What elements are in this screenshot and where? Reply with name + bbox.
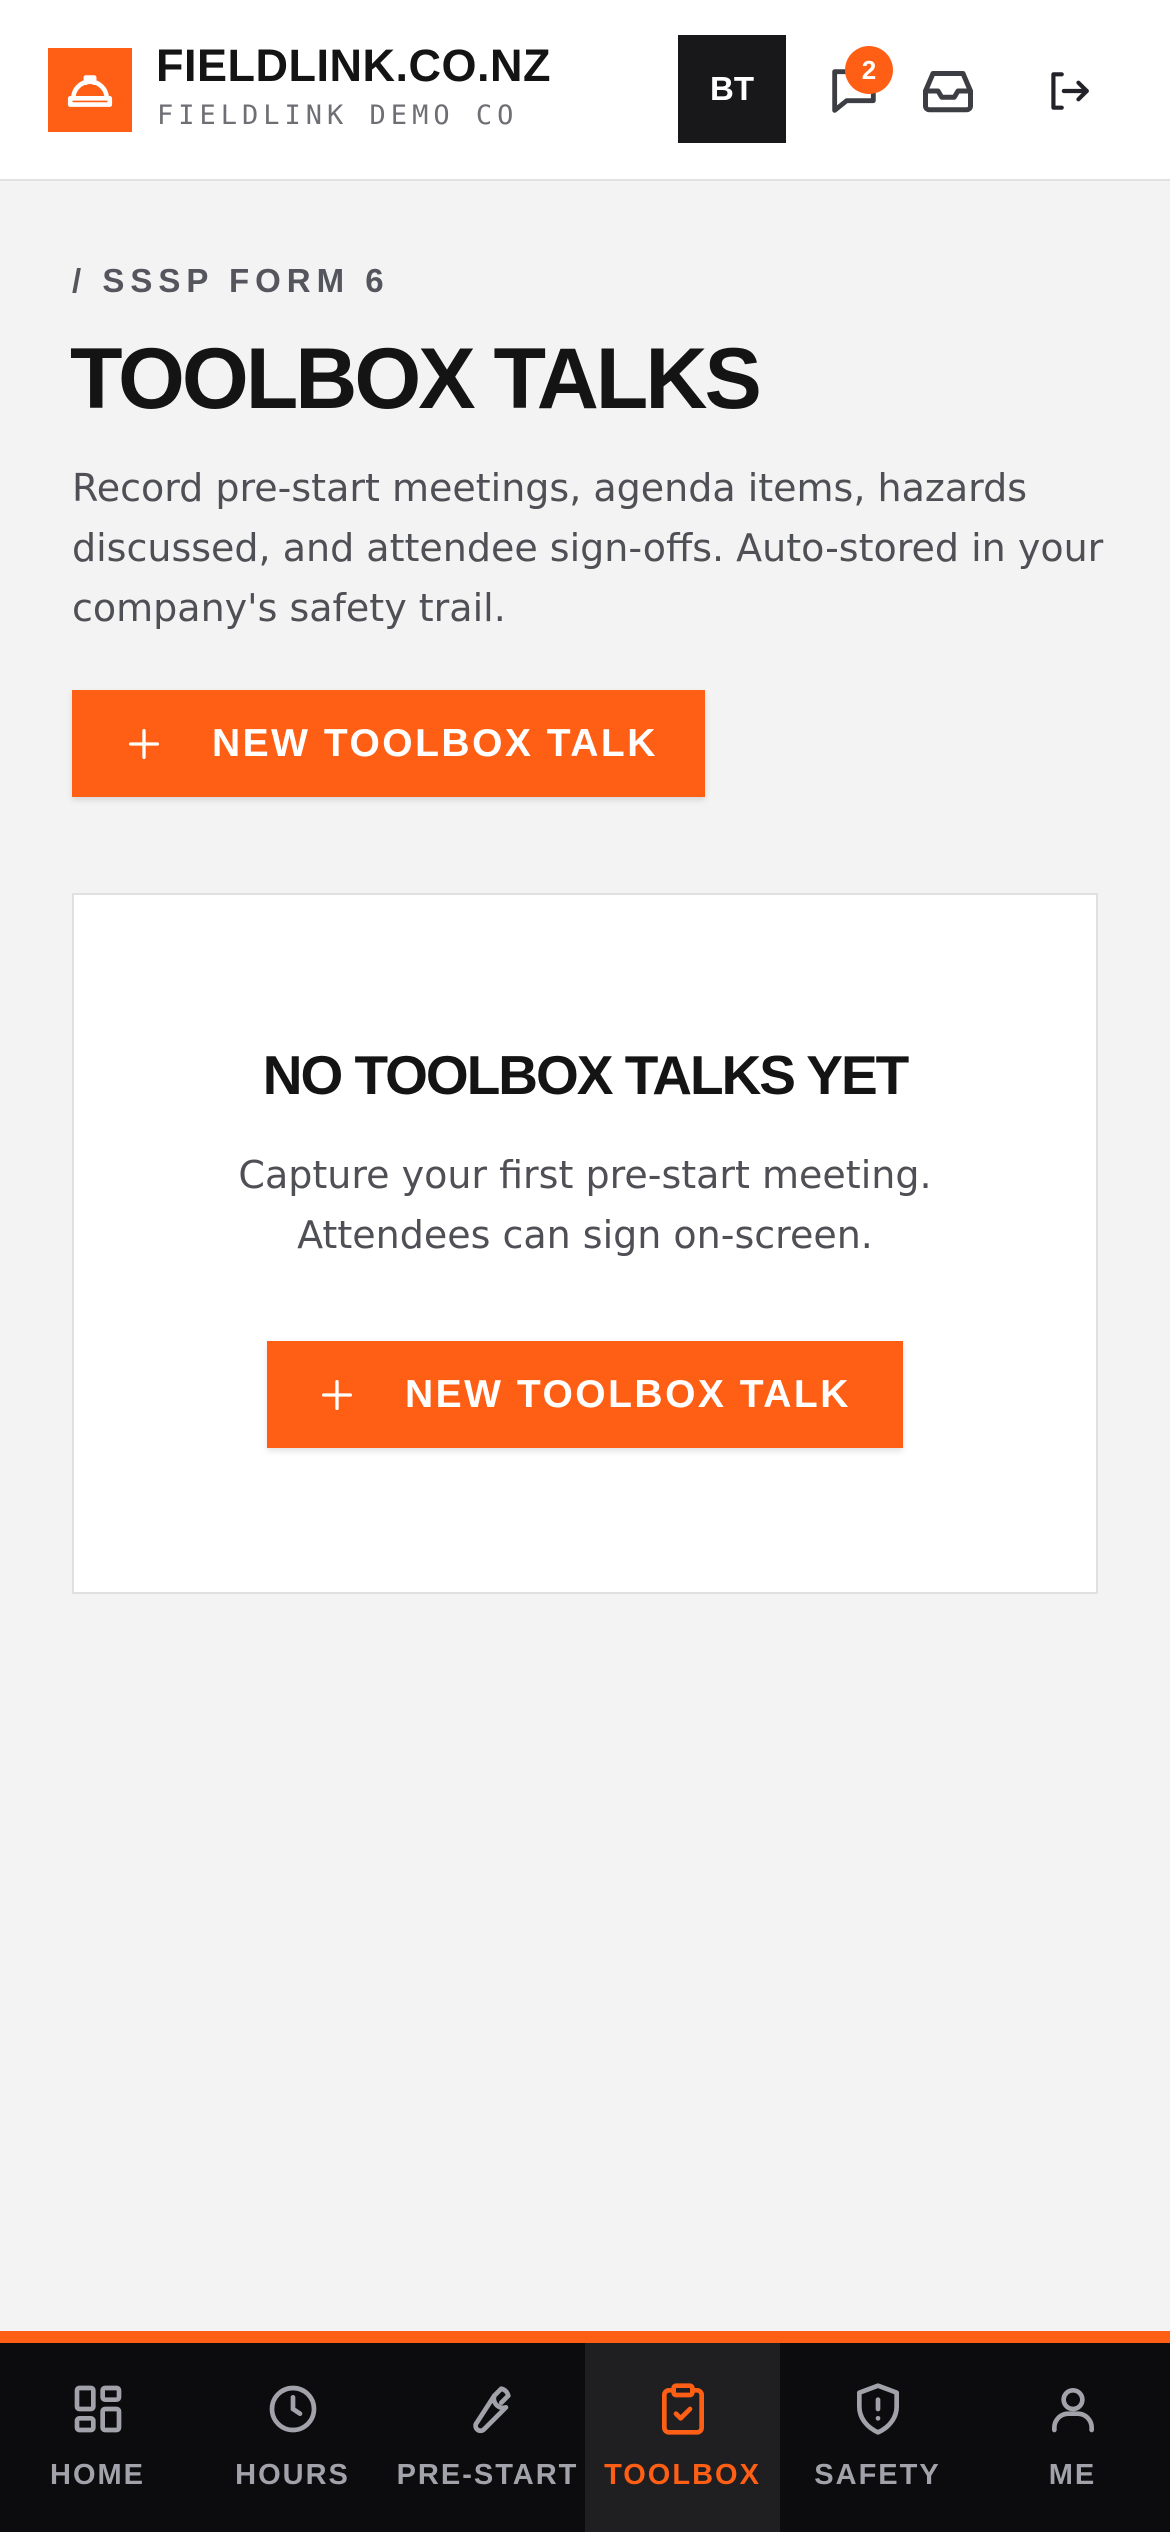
company-name: FIELDLINK DEMO CO (157, 100, 519, 131)
nav-item-home[interactable]: HOME (0, 2343, 195, 2532)
nav-item-hours[interactable]: HOURS (195, 2343, 390, 2532)
nav-item-safety[interactable]: SAFETY (780, 2343, 975, 2532)
inbox-icon (923, 71, 973, 113)
plus-icon (317, 1375, 357, 1415)
user-avatar[interactable]: BT (678, 35, 786, 143)
nav-label-home: HOME (50, 2459, 145, 2491)
empty-state-description: Capture your first pre-start meeting. At… (74, 1145, 1096, 1265)
brand-name: FIELDLINK.CO.NZ (156, 40, 551, 91)
clock-icon (263, 2379, 323, 2439)
new-toolbox-talk-button[interactable]: NEW TOOLBOX TALK (72, 690, 705, 797)
nav-item-toolbox[interactable]: TOOLBOX (585, 2343, 780, 2532)
breadcrumb: / SSSP FORM 6 (72, 262, 390, 299)
empty-state-line-1: Capture your first pre-start meeting. (238, 1153, 932, 1197)
shield-alert-icon (848, 2379, 908, 2439)
hardhat-icon (67, 75, 113, 107)
plus-icon (124, 724, 164, 764)
logout-icon (1051, 72, 1089, 110)
nav-item-pre-start[interactable]: PRE-START (390, 2343, 585, 2532)
new-toolbox-talk-label: NEW TOOLBOX TALK (212, 721, 658, 765)
clipboard-check-icon (653, 2379, 713, 2439)
user-icon (1043, 2379, 1103, 2439)
page-title: TOOLBOX TALKS (70, 331, 762, 427)
empty-state-title: NO TOOLBOX TALKS YET (262, 1044, 910, 1106)
nav-label-pre-start: PRE-START (396, 2459, 579, 2491)
wrench-icon (458, 2379, 518, 2439)
nav-item-me[interactable]: ME (975, 2343, 1170, 2532)
nav-label-me: ME (1048, 2459, 1097, 2491)
messages-count-badge: 2 (845, 46, 893, 94)
empty-state-line-2: Attendees can sign on-screen. (297, 1213, 873, 1257)
empty-state-button-label: NEW TOOLBOX TALK (405, 1372, 851, 1416)
inbox-button[interactable] (912, 55, 984, 127)
grid-icon (68, 2379, 128, 2439)
brand-logo[interactable] (48, 48, 132, 132)
nav-label-hours: HOURS (235, 2459, 350, 2491)
nav-label-safety: SAFETY (814, 2459, 941, 2491)
empty-state-card: NO TOOLBOX TALKS YET Capture your first … (72, 893, 1098, 1594)
bottom-nav: HOME HOURS PRE-START TOOLBOX SAFETY ME (0, 2331, 1170, 2532)
nav-label-toolbox: TOOLBOX (604, 2459, 761, 2491)
page-description: Record pre-start meetings, agenda items,… (72, 466, 1104, 630)
empty-state-new-toolbox-talk-button[interactable]: NEW TOOLBOX TALK (267, 1341, 903, 1448)
top-header: FIELDLINK.CO.NZ FIELDLINK DEMO CO BT 2 (0, 0, 1170, 181)
logout-button[interactable] (1032, 55, 1104, 127)
